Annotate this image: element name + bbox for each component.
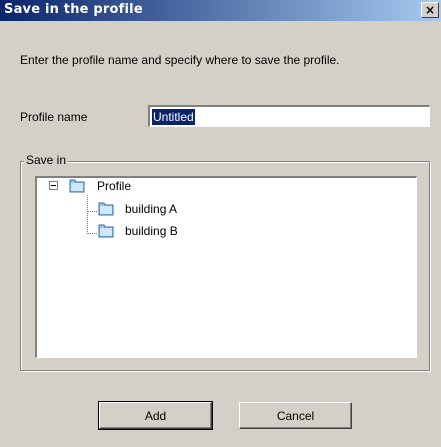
tree-connector (88, 233, 98, 234)
add-button[interactable]: Add (98, 401, 213, 430)
tree-connector (88, 211, 98, 212)
close-icon: × (424, 3, 436, 17)
tree-item-building-a[interactable]: building A (125, 202, 177, 216)
profile-name-label: Profile name (20, 110, 88, 124)
profile-name-value: Untitled (152, 109, 195, 125)
tree-item-building-b[interactable]: building B (125, 224, 178, 238)
tree-item-profile[interactable]: Profile (97, 179, 131, 193)
profile-name-input[interactable]: Untitled (148, 105, 430, 127)
close-button[interactable]: × (421, 2, 439, 18)
cancel-button[interactable]: Cancel (239, 402, 352, 429)
tree-connector (87, 195, 88, 234)
instruction-text: Enter the profile name and specify where… (20, 53, 340, 67)
save-in-label: Save in (24, 153, 69, 167)
folder-tree[interactable] (35, 176, 417, 358)
folder-icon (98, 202, 114, 216)
collapse-icon[interactable] (49, 181, 58, 190)
title-bar[interactable]: Save in the profile × (0, 0, 441, 21)
window-title: Save in the profile (4, 2, 143, 17)
folder-icon (69, 179, 85, 193)
folder-icon (98, 224, 114, 238)
